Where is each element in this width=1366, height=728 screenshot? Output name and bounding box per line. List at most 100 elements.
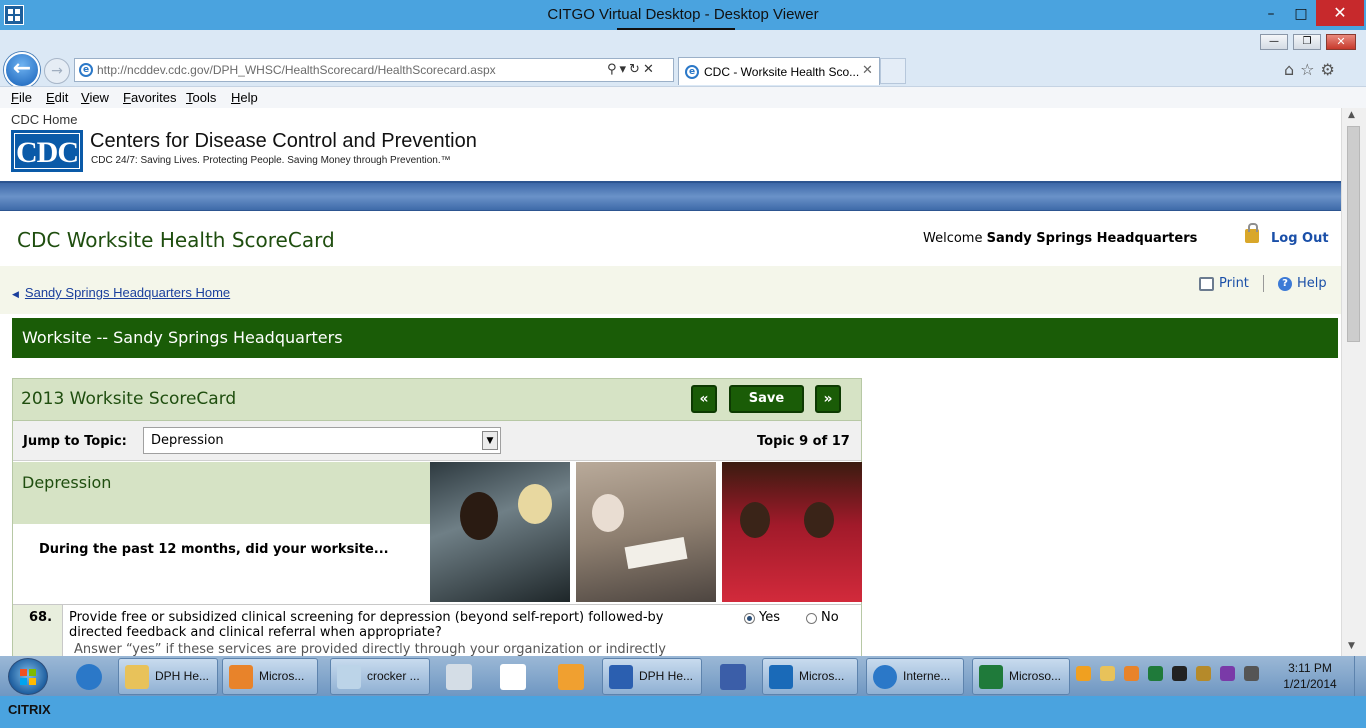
lync-icon: [769, 664, 793, 689]
app-title: CDC Worksite Health ScoreCard: [17, 228, 335, 252]
home-favorites-tools-icons[interactable]: ⌂☆⚙: [1284, 60, 1341, 79]
show-desktop-button[interactable]: [1354, 656, 1366, 696]
taskbar-item-excel[interactable]: Microso...: [972, 658, 1070, 695]
taskbar-item-lync[interactable]: Micros...: [762, 658, 858, 695]
chevron-down-icon[interactable]: ▼: [482, 431, 498, 450]
topic-header: Depression: [13, 462, 430, 524]
cdc-home-link[interactable]: CDC Home: [11, 112, 77, 127]
taskbar-notepad[interactable]: [488, 658, 538, 695]
lock-icon: [1245, 223, 1259, 243]
taskbar-item-word[interactable]: DPH He...: [602, 658, 702, 695]
clock-date: 1/21/2014: [1283, 677, 1337, 691]
answer-no-radio[interactable]: [806, 613, 817, 624]
citrix-window-title: CITGO Virtual Desktop - Desktop Viewer: [0, 0, 1366, 30]
taskbar-label: crocker ...: [367, 669, 420, 683]
scorecard-panel: 2013 Worksite ScoreCard « Save » Jump to…: [12, 378, 862, 656]
address-bar[interactable]: e http://ncddev.cdc.gov/DPH_WHSC/HealthS…: [74, 58, 674, 82]
taskbar-label: DPH He...: [639, 669, 694, 683]
outlook-tray-icon[interactable]: [1124, 666, 1139, 681]
taskbar-visio[interactable]: [708, 658, 758, 695]
taskbar-label: Microso...: [1009, 669, 1062, 683]
forward-button[interactable]: →: [44, 58, 70, 84]
answer-yes-label[interactable]: Yes: [759, 610, 780, 625]
start-button[interactable]: [8, 658, 48, 695]
scroll-up-icon[interactable]: ▲: [1348, 110, 1355, 120]
topic-select[interactable]: Depression ▼: [143, 427, 501, 454]
cdc-org-name: Centers for Disease Control and Preventi…: [90, 130, 477, 152]
receiver-icon[interactable]: [1172, 666, 1187, 681]
menu-help[interactable]: Help: [231, 90, 258, 105]
paint-icon: [558, 664, 584, 690]
cdc-logo[interactable]: CDC: [11, 130, 83, 172]
topic-select-value: Depression: [151, 433, 224, 448]
citrix-minimize-button[interactable]: –: [1260, 4, 1282, 24]
taskbar-label: Interne...: [903, 669, 951, 683]
print-link[interactable]: Print: [1219, 276, 1249, 291]
welcome-text: Welcome Sandy Springs Headquarters: [923, 231, 1197, 246]
counseling-photo: [430, 462, 570, 602]
document-app-icon: [337, 664, 361, 689]
welcome-user: Sandy Springs Headquarters: [986, 231, 1198, 246]
new-tab-button[interactable]: [880, 58, 906, 84]
menu-favorites[interactable]: Favorites: [123, 90, 176, 105]
welcome-prefix: Welcome: [923, 231, 987, 246]
printer-icon[interactable]: [1199, 277, 1214, 291]
taskbar-item-explorer[interactable]: DPH He...: [118, 658, 218, 695]
header-band: [0, 181, 1341, 211]
help-link[interactable]: Help: [1297, 276, 1327, 291]
cdc-tagline: CDC 24/7: Saving Lives. Protecting Peopl…: [91, 155, 451, 166]
answer-no-label[interactable]: No: [821, 610, 839, 625]
back-button[interactable]: ←: [4, 52, 40, 88]
menu-view[interactable]: View: [81, 90, 109, 105]
tab-title: CDC - Worksite Health Sco...: [704, 65, 860, 79]
question-hint: Answer “yes” if these services are provi…: [74, 642, 666, 656]
taskbar-item-outlook[interactable]: Micros...: [222, 658, 318, 695]
taskbar-label: DPH He...: [155, 669, 210, 683]
sync-icon[interactable]: [1148, 666, 1163, 681]
taskbar-paint[interactable]: [546, 658, 596, 695]
citrix-restore-button[interactable]: □: [1290, 4, 1312, 24]
answer-yes-radio[interactable]: [744, 613, 755, 624]
browser-close-button[interactable]: ✕: [1326, 34, 1356, 50]
previous-topic-button[interactable]: «: [691, 385, 717, 413]
onenote-icon[interactable]: [1220, 666, 1235, 681]
volume-icon[interactable]: [1244, 666, 1259, 681]
browser-restore-button[interactable]: ❐: [1293, 34, 1321, 50]
menu-file[interactable]: File: [11, 90, 32, 105]
save-button[interactable]: Save: [729, 385, 804, 413]
taskbar-item-crocker[interactable]: crocker ...: [330, 658, 430, 695]
scroll-down-icon[interactable]: ▼: [1348, 641, 1355, 651]
address-url[interactable]: http://ncddev.cdc.gov/DPH_WHSC/HealthSco…: [97, 63, 496, 77]
citrix-app-icon: [4, 5, 24, 25]
taskbar-ie-pinned[interactable]: [64, 658, 114, 695]
browser-tab-active[interactable]: e CDC - Worksite Health Sco... ✕: [678, 57, 880, 85]
celebration-photo: [722, 462, 862, 602]
next-topic-button[interactable]: »: [815, 385, 841, 413]
word-icon: [609, 664, 633, 689]
page-content: CDC Home CDC Centers for Disease Control…: [0, 108, 1341, 656]
taskbar-label: Micros...: [259, 669, 305, 683]
taskbar-calculator[interactable]: [434, 658, 484, 695]
logout-link[interactable]: Log Out: [1271, 231, 1329, 246]
menu-edit[interactable]: Edit: [46, 90, 68, 105]
scroll-thumb[interactable]: [1347, 126, 1360, 342]
menu-tools[interactable]: Tools: [186, 90, 216, 105]
question-intro: During the past 12 months, did your work…: [39, 542, 389, 557]
address-tools-icons[interactable]: ⚲▾↻✕: [607, 62, 657, 77]
help-icon[interactable]: ?: [1278, 277, 1292, 291]
tab-close-icon[interactable]: ✕: [862, 63, 873, 78]
worksite-home-link[interactable]: Sandy Springs Headquarters Home: [12, 285, 230, 300]
taskbar-item-ie[interactable]: Interne...: [866, 658, 964, 695]
network-icon[interactable]: [1196, 666, 1211, 681]
taskbar-label: Micros...: [799, 669, 845, 683]
browser-minimize-button[interactable]: —: [1260, 34, 1288, 50]
mail-icon[interactable]: [1100, 666, 1115, 681]
citrix-close-button[interactable]: ✕: [1316, 0, 1364, 26]
citrix-logo: CITRIX: [8, 702, 51, 717]
page-scrollbar[interactable]: ▲ ▼: [1341, 108, 1366, 656]
clock-time: 3:11 PM: [1288, 661, 1332, 675]
notification-icon[interactable]: [1076, 666, 1091, 681]
clock[interactable]: 3:11 PM 1/21/2014: [1272, 660, 1348, 692]
ie-tab-icon: e: [685, 65, 699, 79]
jump-to-topic-row: Jump to Topic: Depression ▼ Topic 9 of 1…: [13, 421, 861, 461]
